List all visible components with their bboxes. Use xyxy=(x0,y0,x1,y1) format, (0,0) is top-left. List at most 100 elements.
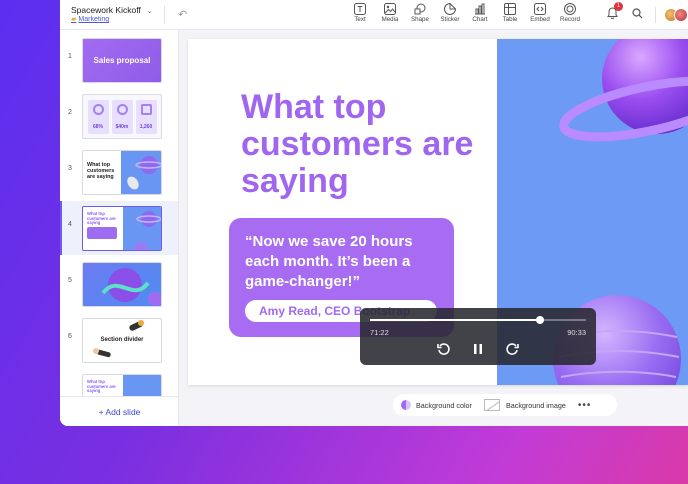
app-window: Spacework Kickoff ⌄ ▰ Marketing ↶ Text Med… xyxy=(60,0,688,426)
slide-heading[interactable]: What top customers are saying xyxy=(241,89,481,200)
insert-toolbar: Text Media Shape Sticker Chart Table Emb… xyxy=(345,3,585,23)
slide-options-bar: Background color Background image ••• xyxy=(393,394,617,416)
stat-value: 68% xyxy=(92,123,103,130)
stat-card: 68% xyxy=(87,99,109,134)
search-icon xyxy=(632,8,643,19)
slide-preview: What top customers are saying xyxy=(82,206,162,251)
color-swatch-icon xyxy=(401,400,411,410)
slide-preview-title: Sales proposal xyxy=(93,56,151,65)
slide-thumbnail-4[interactable]: 4 What top customers are saying xyxy=(60,201,178,255)
shape-tool-button[interactable]: Shape xyxy=(405,3,435,23)
total-time: 90:33 xyxy=(567,328,586,337)
slide-thumbnail-3[interactable]: 3 What top customers are saying xyxy=(60,145,178,199)
tool-label: Record xyxy=(560,16,580,23)
table-tool-button[interactable]: Table xyxy=(495,3,525,23)
slide-number: 5 xyxy=(68,277,72,284)
slide-preview: What top customers are saying xyxy=(82,150,162,195)
background-color-button[interactable]: Background color xyxy=(401,400,472,410)
slide-preview-title: What top customers are saying xyxy=(87,162,115,180)
slide-preview-image xyxy=(121,151,161,194)
folder-name: Marketing xyxy=(78,16,110,23)
text-icon xyxy=(354,3,366,15)
playback-controls xyxy=(360,342,596,356)
stat-card: 1,260 xyxy=(135,99,157,134)
tool-label: Chart xyxy=(472,16,488,23)
planet-illustration xyxy=(134,211,161,250)
background-image-label: Background image xyxy=(505,400,566,410)
chevron-down-icon[interactable]: ⌄ xyxy=(147,8,153,15)
stat-card: $40m xyxy=(111,99,133,134)
chart-tool-button[interactable]: Chart xyxy=(465,3,495,23)
slide-number: 6 xyxy=(68,333,72,340)
notifications-button[interactable]: 1 xyxy=(607,2,623,24)
quote-text[interactable]: “Now we save 20 hours each month. It’s b… xyxy=(245,232,445,292)
embed-tool-button[interactable]: Embed xyxy=(525,3,555,23)
more-options-button[interactable]: ••• xyxy=(578,400,592,411)
money-icon xyxy=(116,103,128,115)
top-bar: Spacework Kickoff ⌄ ▰ Marketing ↶ Text Med… xyxy=(60,0,688,30)
slide-thumbnail-6[interactable]: 6 Section divider xyxy=(60,313,178,367)
slide-preview-title: What top customers are saying xyxy=(87,211,116,226)
tool-label: Shape xyxy=(411,16,429,23)
record-tool-button[interactable]: Record xyxy=(555,3,585,23)
record-icon xyxy=(564,3,576,15)
media-tool-button[interactable]: Media xyxy=(375,3,405,23)
slide-thumbnail-1[interactable]: 1 Sales proposal xyxy=(60,33,178,87)
current-time: 71:22 xyxy=(370,328,389,337)
divider xyxy=(655,7,656,23)
collaborator-avatars[interactable] xyxy=(664,8,688,22)
slide-sidebar: 1 Sales proposal 2 68% $40m 1,260 3 What… xyxy=(60,30,179,426)
planet-illustration xyxy=(101,268,161,306)
tool-label: Media xyxy=(381,16,399,23)
rewind-icon[interactable] xyxy=(437,342,451,356)
chart-icon xyxy=(475,3,485,15)
video-player[interactable]: 71:22 90:33 xyxy=(360,308,596,365)
stat-value: 1,260 xyxy=(139,123,153,130)
sticker-tool-button[interactable]: Sticker xyxy=(435,3,465,23)
slide-preview: Sales proposal xyxy=(82,38,162,83)
document-title-text: Spacework Kickoff xyxy=(71,5,141,15)
slide-number: 4 xyxy=(68,221,72,228)
slide-thumbnail-2[interactable]: 2 68% $40m 1,260 xyxy=(60,89,178,143)
shape-icon xyxy=(414,3,426,15)
notification-badge: 1 xyxy=(614,2,623,11)
tool-label: Table xyxy=(502,16,518,23)
slide-number: 2 xyxy=(68,109,72,116)
tool-label: Text xyxy=(354,16,366,23)
search-button[interactable] xyxy=(632,6,643,24)
progress-track[interactable] xyxy=(370,316,586,324)
pause-icon[interactable] xyxy=(471,342,485,356)
slide-number: 1 xyxy=(68,53,72,60)
divider xyxy=(164,6,165,24)
add-slide-button[interactable]: + Add slide xyxy=(60,396,178,426)
undo-icon[interactable]: ↶ xyxy=(178,8,187,21)
slide-thumbnail-5[interactable]: 5 xyxy=(60,257,178,311)
top-right-actions: 1 xyxy=(607,2,688,24)
folder-icon: ▰ xyxy=(71,16,77,23)
slide-preview xyxy=(82,262,162,307)
slide-preview-title: Section divider xyxy=(100,337,144,343)
progress-handle[interactable] xyxy=(536,316,545,324)
background-image-button[interactable]: Background image xyxy=(483,399,566,411)
frame-icon xyxy=(140,103,152,115)
avatar[interactable] xyxy=(674,8,688,22)
slide-preview-image xyxy=(123,207,161,250)
sticker-icon xyxy=(444,3,456,15)
text-tool-button[interactable]: Text xyxy=(345,3,375,23)
slide-preview-title: What top customers are saying xyxy=(87,379,116,394)
stat-value: $40m xyxy=(115,123,129,130)
table-icon xyxy=(504,3,516,15)
slide-preview: 68% $40m 1,260 xyxy=(82,94,162,139)
media-icon xyxy=(384,3,396,15)
tool-label: Embed xyxy=(530,16,550,23)
background-color-label: Background color xyxy=(416,400,472,410)
image-placeholder-icon xyxy=(483,399,500,411)
document-title[interactable]: Spacework Kickoff ⌄ xyxy=(71,5,153,15)
editor-canvas: What top customers are saying “Now we sa… xyxy=(179,30,688,426)
rocket-illustration xyxy=(127,156,161,190)
ring-icon xyxy=(92,103,104,115)
embed-icon xyxy=(534,3,546,15)
slide-number: 3 xyxy=(68,165,72,172)
forward-icon[interactable] xyxy=(505,342,519,356)
folder-link[interactable]: ▰ Marketing xyxy=(71,15,109,23)
